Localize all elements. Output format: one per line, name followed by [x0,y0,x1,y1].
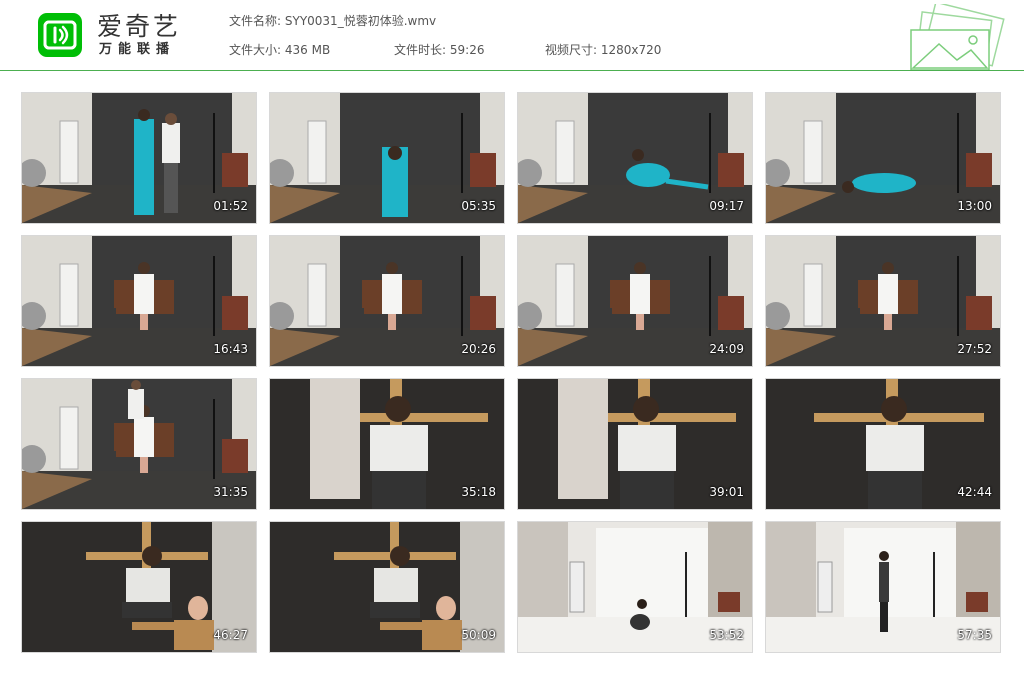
file-name-value: SYY0031_悦蓉初体验.wmv [284,14,437,28]
video-thumbnail[interactable]: 39:01 [517,378,753,510]
thumbnail-timestamp: 01:52 [213,199,248,213]
thumbnail-timestamp: 13:00 [957,199,992,213]
video-thumbnail[interactable]: 27:52 [765,235,1001,367]
file-size-label: 文件大小: [229,43,282,57]
thumbnail-timestamp: 53:52 [709,628,744,642]
brand-name: 爱奇艺 [97,12,182,41]
video-thumbnail[interactable]: 20:26 [269,235,505,367]
thumbnail-timestamp: 39:01 [709,485,744,499]
thumbnail-timestamp: 20:26 [461,342,496,356]
video-thumbnail[interactable]: 24:09 [517,235,753,367]
video-thumbnail[interactable]: 50:09 [269,521,505,653]
file-dims-label: 视频尺寸: [545,43,598,57]
photo-stack-decoration-icon [910,4,1005,70]
video-thumbnail[interactable]: 35:18 [269,378,505,510]
file-size-value: 436 MB [284,43,331,57]
thumbnail-timestamp: 46:27 [213,628,248,642]
video-thumbnail[interactable]: 46:27 [21,521,257,653]
video-thumbnail[interactable]: 13:00 [765,92,1001,224]
file-duration-value: 59:26 [449,43,485,57]
brand-subtitle: 万能联播 [99,42,176,57]
video-thumbnail[interactable]: 05:35 [269,92,505,224]
thumbnail-timestamp: 42:44 [957,485,992,499]
video-thumbnail[interactable]: 09:17 [517,92,753,224]
thumbnail-timestamp: 35:18 [461,485,496,499]
video-thumbnail[interactable]: 16:43 [21,235,257,367]
thumbnail-timestamp: 09:17 [709,199,744,213]
thumbnail-timestamp: 57:35 [957,628,992,642]
video-thumbnail[interactable]: 57:35 [765,521,1001,653]
thumbnail-timestamp: 16:43 [213,342,248,356]
iqiyi-logo-icon [38,13,82,57]
video-thumbnail[interactable]: 01:52 [21,92,257,224]
file-duration-field: 文件时长: 59:26 [394,42,484,58]
video-thumbnail[interactable]: 53:52 [517,521,753,653]
file-name-field: 文件名称: SYY0031_悦蓉初体验.wmv [229,13,436,29]
file-duration-label: 文件时长: [394,43,447,57]
thumbnail-timestamp: 24:09 [709,342,744,356]
video-thumbnail[interactable]: 31:35 [21,378,257,510]
file-name-label: 文件名称: [229,14,282,28]
file-dims-field: 视频尺寸: 1280x720 [545,42,661,58]
thumbnail-timestamp: 50:09 [461,628,496,642]
thumbnail-timestamp: 05:35 [461,199,496,213]
thumbnail-timestamp: 27:52 [957,342,992,356]
file-size-field: 文件大小: 436 MB [229,42,330,58]
video-thumbnail[interactable]: 42:44 [765,378,1001,510]
file-dims-value: 1280x720 [600,43,662,57]
thumbnail-timestamp: 31:35 [213,485,248,499]
header: 爱奇艺 万能联播 文件名称: SYY0031_悦蓉初体验.wmv 文件大小: 4… [0,0,1024,71]
